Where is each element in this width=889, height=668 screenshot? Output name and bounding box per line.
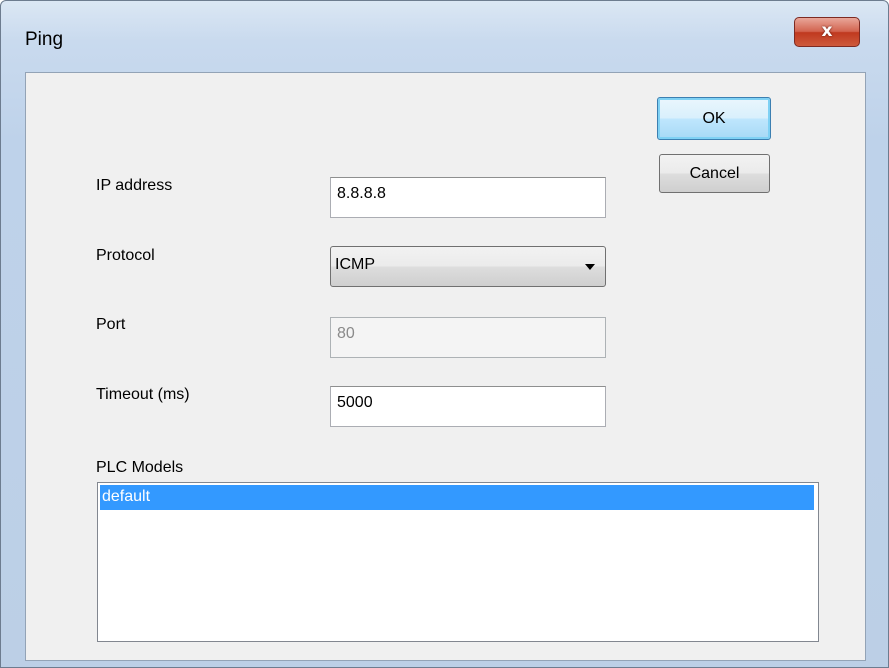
protocol-select[interactable]: ICMP [330,246,606,287]
close-icon: x [821,21,833,41]
dialog-client-area: OK Cancel IP address 8.8.8.8 Protocol IC… [25,72,866,661]
plc-models-label: PLC Models [96,459,184,476]
list-item[interactable]: default [100,485,814,510]
window-title: Ping [25,29,64,50]
plc-models-listbox[interactable]: default [97,482,819,642]
protocol-label: Protocol [96,247,155,264]
close-button[interactable]: x [794,17,860,47]
protocol-selected-value: ICMP [335,256,375,273]
ok-button[interactable]: OK [657,97,771,140]
chevron-down-icon [585,264,595,270]
ip-address-input[interactable]: 8.8.8.8 [330,177,606,218]
port-label: Port [96,316,126,333]
port-input: 80 [330,317,606,358]
timeout-input[interactable]: 5000 [330,386,606,427]
ip-address-label: IP address [96,177,173,194]
cancel-button[interactable]: Cancel [659,154,770,193]
timeout-label: Timeout (ms) [96,386,190,403]
ping-dialog-window: Ping x OK Cancel IP address 8.8.8.8 Prot… [0,0,889,668]
